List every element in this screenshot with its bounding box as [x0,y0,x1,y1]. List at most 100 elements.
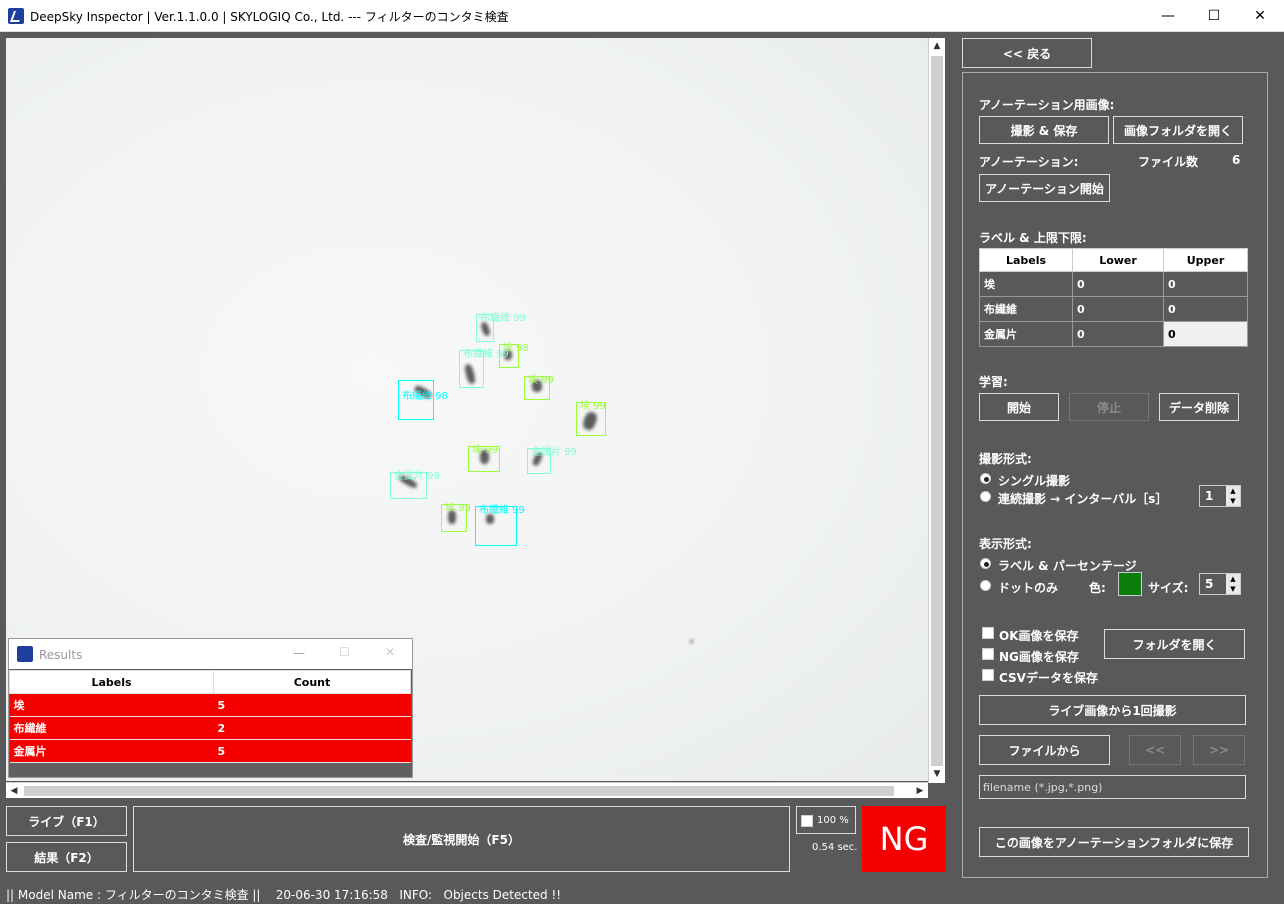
learning-stop-button[interactable]: 停止 [1069,393,1149,421]
zoom-checkbox[interactable] [801,815,813,827]
app-logo-icon [8,8,24,24]
detection-box: 布繊維 99 [476,313,526,342]
contaminant-speck [690,640,693,643]
results-title: Results [39,648,83,662]
scrollbar-thumb[interactable] [24,786,894,796]
lower-cell[interactable]: 0 [1072,321,1164,347]
save-ok-label: OK画像を保存 [999,629,1079,643]
detection-box: 埃 99 [468,445,500,472]
capture-mode-header: 撮影形式: [979,452,1032,466]
spin-down-icon[interactable]: ▼ [1226,496,1240,506]
results-title-bar: Results — ☐ ✕ [9,639,412,669]
open-folder-button[interactable]: フォルダを開く [1104,629,1245,659]
count-cell: 5 [213,693,411,717]
spin-up-icon[interactable]: ▲ [1226,486,1240,496]
table-row[interactable]: 布繊維 2 [9,716,411,740]
detection-label: 埃 99 [580,401,606,412]
dot-color-swatch[interactable] [1118,572,1142,596]
table-row[interactable]: 金属片 5 [9,739,411,763]
capture-save-button[interactable]: 撮影 & 保存 [979,116,1109,144]
save-ok-checkbox[interactable] [982,627,994,639]
color-label: 色: [1089,581,1106,595]
live-button[interactable]: ライブ（F1） [6,806,127,836]
back-button[interactable]: << 戻る [962,38,1092,68]
annotation-header: アノーテーション: [979,155,1079,169]
save-to-annotation-folder-button[interactable]: この画像をアノーテーションフォルダに保存 [979,827,1249,857]
label-limits-table[interactable]: Labels Lower Upper 埃 0 0 布繊維 0 0 金属片 0 0 [979,248,1248,347]
start-annotation-button[interactable]: アノーテーション開始 [979,174,1110,202]
dots-only-label: ドットのみ [998,581,1059,595]
scroll-left-arrow-icon[interactable]: ◀ [6,783,22,799]
detection-label: 布繊維 99 [463,349,509,360]
horizontal-scrollbar[interactable]: ◀ ▶ [6,782,928,798]
label-cell: 布繊維 [979,296,1073,322]
spin-down-icon[interactable]: ▼ [1226,584,1240,594]
detection-label: 布繊維 98 [402,391,448,402]
detection-label: 布繊維 99 [480,313,526,324]
single-capture-label: シングル撮影 [998,474,1071,488]
learning-start-button[interactable]: 開始 [979,393,1059,421]
learning-header: 学習: [979,375,1008,389]
continuous-capture-label: 連続撮影 → インターバル［s］ [998,492,1168,506]
detection-box: 埃 99 [576,401,606,436]
spin-up-icon[interactable]: ▲ [1226,574,1240,584]
app-logo-icon [17,646,33,662]
detection-label: 埃 99 [472,445,498,456]
upper-cell-editing[interactable]: 0 [1163,321,1248,347]
maximize-icon[interactable]: ☐ [339,645,350,659]
single-capture-radio[interactable] [980,473,991,484]
scroll-right-arrow-icon[interactable]: ▶ [912,783,928,799]
previous-file-button[interactable]: << [1129,735,1181,765]
column-header: Upper [1163,248,1248,272]
close-button[interactable]: ✕ [1237,0,1283,32]
upper-cell[interactable]: 0 [1163,296,1248,322]
table-row[interactable]: 埃 5 [9,693,411,717]
close-icon[interactable]: ✕ [385,645,395,659]
results-table: Labels Count 埃 5 布繊維 2 金属片 5 [9,670,411,763]
table-row[interactable]: 埃 0 0 [979,271,1248,297]
scroll-up-arrow-icon[interactable]: ▲ [929,38,945,54]
verdict-indicator: NG [862,806,946,872]
lower-cell[interactable]: 0 [1072,271,1164,297]
status-text: || Model Name : フィルターのコンタミ検査 || 20-06-30… [6,888,562,902]
detection-label: 布繊維 99 [479,505,525,516]
detection-box: 金属片 99 [527,447,577,474]
next-file-button[interactable]: >> [1193,735,1245,765]
table-row[interactable]: 布繊維 0 0 [979,296,1248,322]
maximize-button[interactable]: ☐ [1191,0,1237,32]
lower-cell[interactable]: 0 [1072,296,1164,322]
annotation-images-header: アノーテーション用画像: [979,98,1115,112]
status-bar: || Model Name : フィルターのコンタミ検査 || 20-06-30… [0,882,1284,904]
filename-field[interactable]: filename (*.jpg,*.png) [979,775,1246,799]
save-csv-checkbox[interactable] [982,669,994,681]
upper-cell[interactable]: 0 [1163,271,1248,297]
detection-label: 埃 99 [528,375,554,386]
zoom-toggle[interactable]: 100 % [796,806,856,834]
interval-spinner[interactable]: 1 ▲ ▼ [1199,485,1241,507]
continuous-capture-radio[interactable] [980,491,991,502]
minimize-icon[interactable]: — [293,646,305,660]
inspect-start-button[interactable]: 検査/監視開始（F5） [133,806,790,872]
save-csv-label: CSVデータを保存 [999,671,1098,685]
vertical-scrollbar[interactable]: ▲ ▼ [928,38,945,783]
detection-box: 布繊維 98 [398,380,448,420]
open-image-folder-button[interactable]: 画像フォルダを開く [1113,116,1243,144]
window-title: DeepSky Inspector | Ver.1.1.0.0 | SKYLOG… [30,10,509,24]
detection-label: 金属片 99 [394,471,440,482]
delete-data-button[interactable]: データ削除 [1159,393,1239,421]
scroll-down-arrow-icon[interactable]: ▼ [929,766,945,782]
save-ng-checkbox[interactable] [982,648,994,660]
minimize-button[interactable]: — [1145,0,1191,32]
capture-once-button[interactable]: ライブ画像から1回撮影 [979,695,1246,725]
from-file-button[interactable]: ファイルから [979,735,1110,765]
label-percentage-radio[interactable] [980,558,991,569]
results-button[interactable]: 結果（F2） [6,842,127,872]
interval-value: 1 [1205,489,1214,503]
title-bar: DeepSky Inspector | Ver.1.1.0.0 | SKYLOG… [0,0,1284,32]
dots-only-radio[interactable] [980,580,991,591]
size-spinner[interactable]: 5 ▲ ▼ [1199,573,1241,595]
label-cell: 埃 [979,271,1073,297]
scrollbar-thumb[interactable] [931,56,943,766]
column-header: Lower [1072,248,1164,272]
table-row[interactable]: 金属片 0 0 [979,321,1248,347]
